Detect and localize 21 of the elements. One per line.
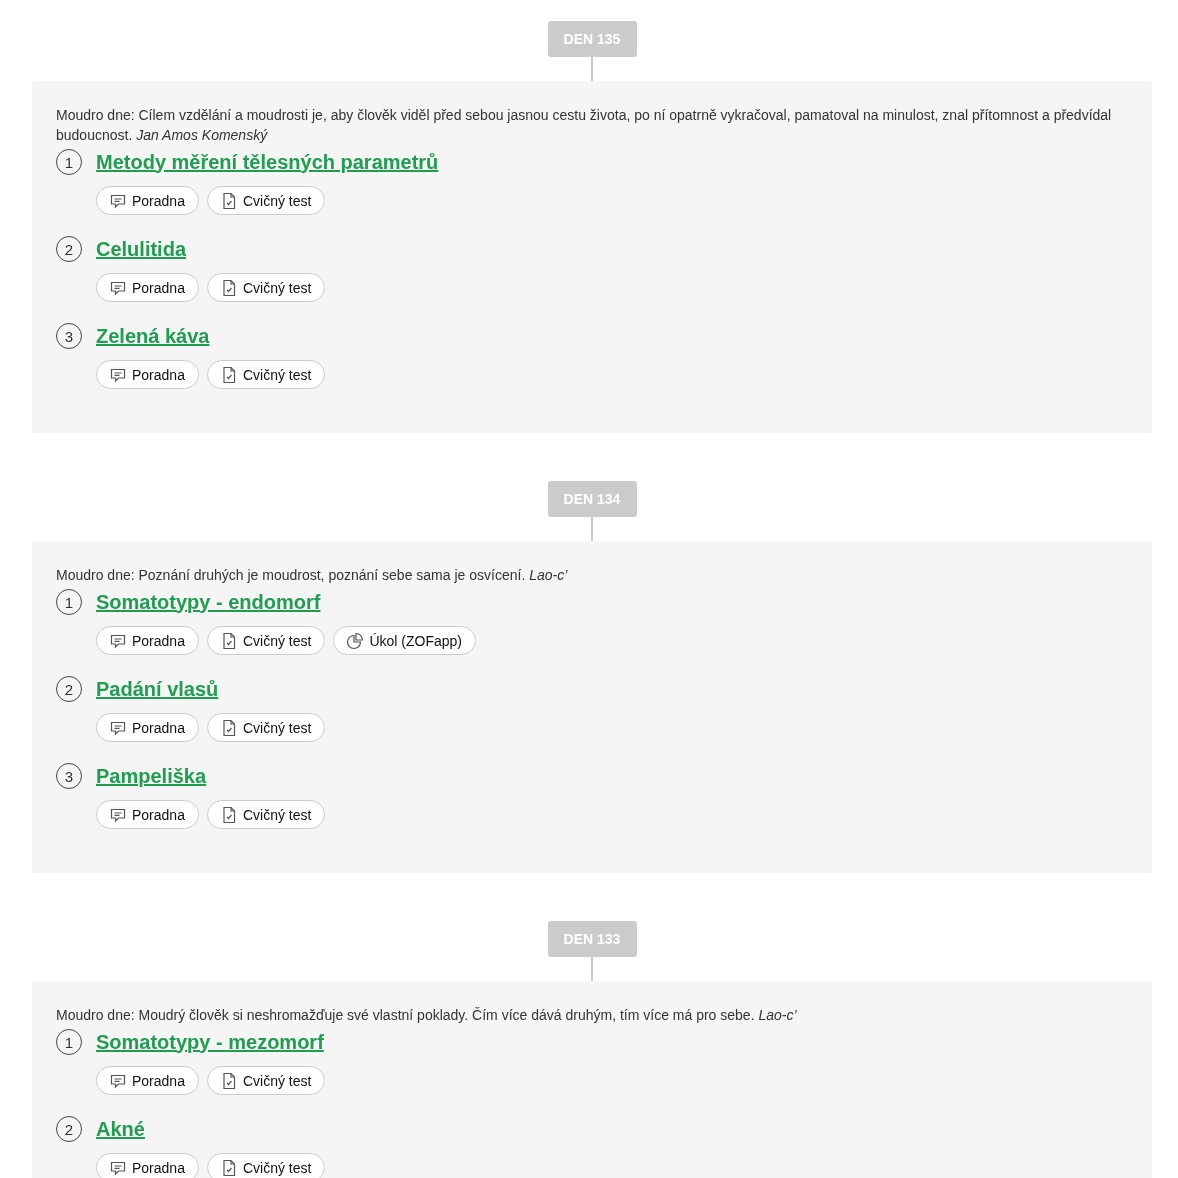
quote-text: Moudro dne: Moudrý člověk si neshromažďuje své vlastní poklady. Čím více dává druhým, tím více má pro sebe. Lao-c’	[56, 1006, 798, 1025]
action-button[interactable]: Cvičný test	[206, 186, 326, 215]
quote-text: Moudro dne: Cílem vzdělání a moudrosti je, aby člověk viděl před sebou jasnou cestu života, po ní opatrně vykračoval, pamatoval na minulost, znal přítomnost a předvídal budoucnost. Jan Amos Komenský	[56, 106, 1113, 145]
action-button[interactable]: Poradna	[96, 713, 199, 742]
pie-chart-icon	[346, 631, 365, 650]
action-button[interactable]: Cvičný test	[206, 273, 326, 302]
action-button[interactable]: Cvičný test	[206, 1066, 326, 1095]
action-button[interactable]: Poradna	[96, 273, 199, 302]
action-button[interactable]: Cvičný test	[206, 713, 326, 742]
action-button[interactable]: Poradna	[96, 360, 199, 389]
action-button[interactable]: Poradna	[96, 186, 199, 215]
quote-text: Moudro dne: Poznání druhých je moudrost, poznání sebe sama je osvícení. Lao-c’	[56, 566, 569, 585]
action-button[interactable]: Cvičný test	[206, 360, 326, 389]
action-button[interactable]: Cvičný test	[206, 800, 326, 829]
action-button[interactable]: Poradna	[96, 1066, 199, 1095]
action-button[interactable]: Poradna	[96, 1153, 199, 1178]
action-button[interactable]: Cvičný test	[206, 1153, 326, 1178]
action-button[interactable]: Cvičný test	[206, 626, 326, 655]
action-button[interactable]: Poradna	[96, 626, 199, 655]
action-button[interactable]: Poradna	[96, 800, 199, 829]
action-button[interactable]: Úkol (ZOFapp)	[333, 626, 476, 655]
